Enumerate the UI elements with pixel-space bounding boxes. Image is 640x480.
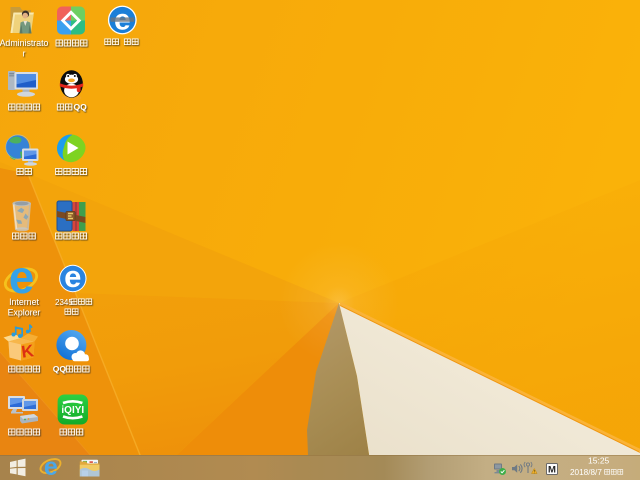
svg-text:QQ: QQ [74,102,88,112]
svg-text:r: r [23,49,26,59]
svg-text:e: e [64,259,81,294]
svg-text:iQIYI: iQIYI [61,405,84,416]
svg-text:2345: 2345 [55,298,73,307]
svg-text:Internet: Internet [9,297,39,307]
svg-text:Explorer: Explorer [8,308,41,318]
svg-text:15:25: 15:25 [588,456,610,466]
svg-text:Administrato: Administrato [0,38,49,48]
svg-text:2018/8/7: 2018/8/7 [570,468,602,477]
svg-text:e: e [9,251,35,303]
svg-text:e: e [44,453,58,480]
svg-text:QQ: QQ [53,364,67,374]
svg-text:M: M [548,465,556,476]
